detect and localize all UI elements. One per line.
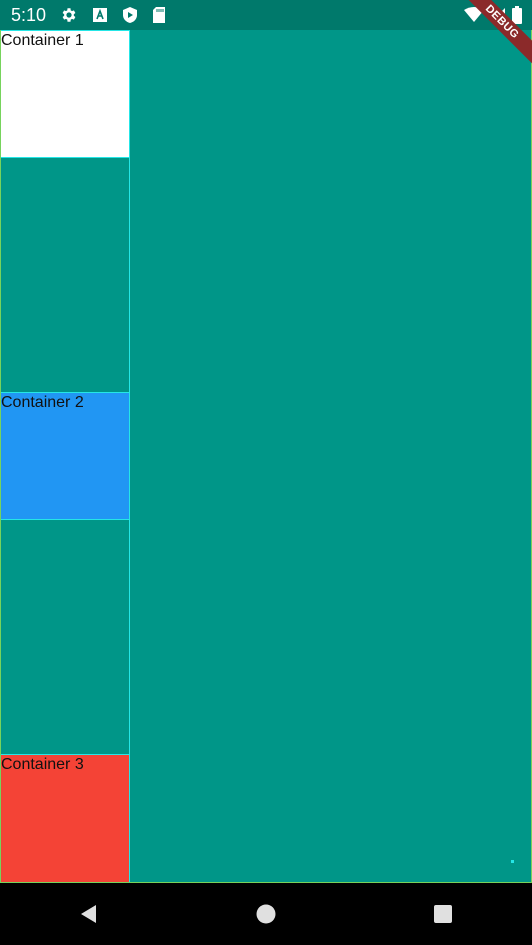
shield-play-icon bbox=[122, 6, 138, 24]
status-icons-left bbox=[60, 6, 166, 24]
app-body: Container 1 Container 2 Container 3 bbox=[0, 30, 532, 883]
sd-card-icon bbox=[152, 6, 166, 24]
recents-icon[interactable] bbox=[418, 889, 468, 939]
container-1: Container 1 bbox=[1, 30, 129, 158]
status-bar: 5:10 bbox=[0, 0, 532, 30]
back-icon[interactable] bbox=[64, 889, 114, 939]
debug-dot bbox=[511, 860, 514, 863]
navigation-bar bbox=[0, 883, 532, 945]
a-box-icon bbox=[92, 7, 108, 23]
signal-icon bbox=[490, 7, 506, 23]
wifi-icon bbox=[464, 7, 484, 23]
container-2: Container 2 bbox=[1, 392, 129, 520]
container-3-label: Container 3 bbox=[1, 756, 84, 773]
container-1-label: Container 1 bbox=[1, 32, 84, 49]
battery-icon bbox=[512, 6, 522, 24]
left-column: Container 1 Container 2 Container 3 bbox=[1, 30, 130, 882]
status-icons-right bbox=[464, 0, 522, 30]
settings-icon bbox=[60, 6, 78, 24]
container-2-label: Container 2 bbox=[1, 394, 84, 411]
container-3: Container 3 bbox=[1, 754, 129, 882]
status-time: 5:10 bbox=[11, 4, 47, 25]
home-icon[interactable] bbox=[241, 889, 291, 939]
phone-screen: 5:10 Container 1 Container 2 Container 3… bbox=[0, 0, 532, 945]
